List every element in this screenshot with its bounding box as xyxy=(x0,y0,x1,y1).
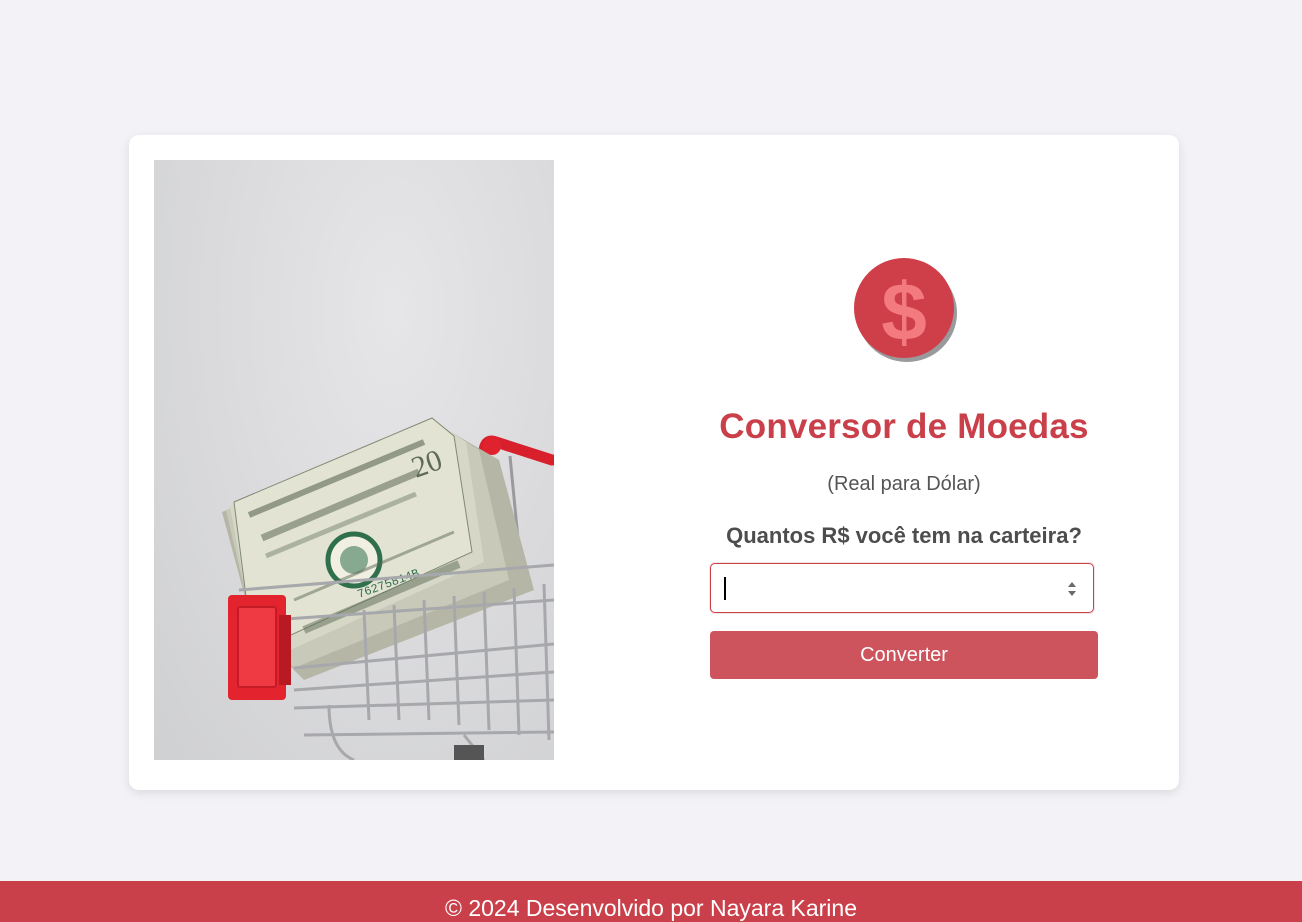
dollar-coin-icon: $ xyxy=(854,258,957,362)
footer: © 2024 Desenvolvido por Nayara Karine xyxy=(0,881,1302,922)
amount-input[interactable] xyxy=(710,563,1094,613)
converter-panel: $ Conversor de Moedas (Real para Dólar) … xyxy=(710,135,1098,790)
footer-text: © 2024 Desenvolvido por Nayara Karine xyxy=(444,895,857,921)
number-spinner-icon[interactable] xyxy=(1067,580,1077,598)
amount-question-label: Quantos R$ você tem na carteira? xyxy=(726,523,1082,548)
page-subtitle: (Real para Dólar) xyxy=(827,473,981,495)
page-title: Conversor de Moedas xyxy=(719,407,1089,446)
converter-card: 20 76275814B $ Conversor de Moedas (Real… xyxy=(129,135,1179,790)
money-cart-photo: 20 76275814B xyxy=(154,160,554,760)
convert-button[interactable]: Converter xyxy=(710,631,1098,679)
money-cart-photo-icon: 20 76275814B xyxy=(222,417,554,760)
text-caret xyxy=(724,577,726,600)
dollar-symbol: $ xyxy=(881,267,927,358)
